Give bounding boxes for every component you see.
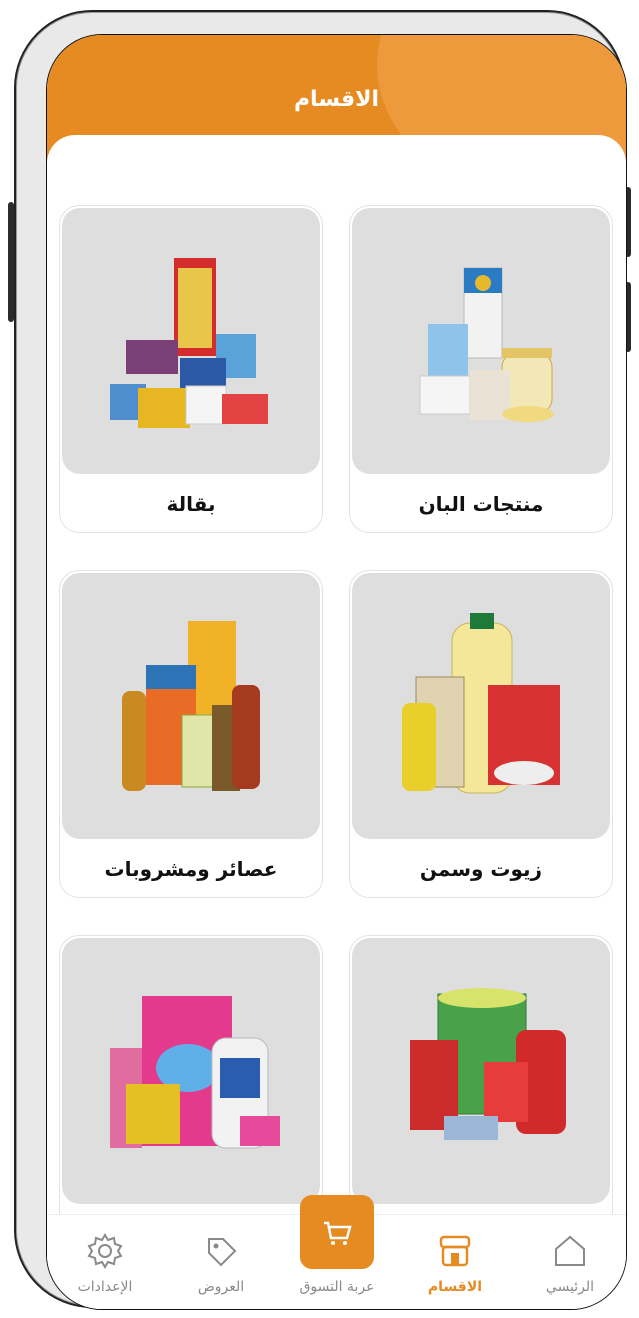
category-card-oils[interactable]: زيوت وسمن	[349, 570, 613, 898]
volume-button	[8, 202, 14, 322]
nav-settings[interactable]: الإعدادات	[55, 1231, 155, 1295]
juices-image	[62, 573, 320, 839]
category-label: زيوت وسمن	[419, 857, 543, 881]
screen: الاقسام منتجات البان بقالة زيوت وسمن عصا…	[46, 34, 627, 1310]
nav-home[interactable]: الرئيسي	[520, 1231, 620, 1295]
bottom-navigation: الرئيسي الاقسام عربة التسوق العروض الإعد…	[47, 1195, 626, 1309]
dairy-products-image	[352, 208, 610, 474]
nav-home-label: الرئيسي	[545, 1279, 595, 1295]
phone-frame: الاقسام منتجات البان بقالة زيوت وسمن عصا…	[8, 10, 631, 1310]
oils-image	[352, 573, 610, 839]
category-label: بقالة	[166, 492, 216, 516]
categories-grid: منتجات البان بقالة زيوت وسمن عصائر ومشرو…	[47, 135, 626, 1309]
category-label: منتجات البان	[418, 492, 544, 516]
tag-icon	[208, 1238, 237, 1267]
cart-button[interactable]	[300, 1195, 374, 1269]
detergents-image	[62, 938, 320, 1204]
nav-offers[interactable]: العروض	[171, 1231, 271, 1295]
category-label: عصائر ومشروبات	[104, 857, 278, 881]
nav-settings-label: الإعدادات	[77, 1279, 133, 1295]
nav-cart-label: عربة التسوق	[299, 1279, 375, 1295]
nav-categories-label: الاقسام	[427, 1279, 483, 1295]
category-card-juices[interactable]: عصائر ومشروبات	[59, 570, 323, 898]
store-icon	[439, 1235, 471, 1267]
grocery-image	[62, 208, 320, 474]
category-card-grocery[interactable]: بقالة	[59, 205, 323, 533]
canned-goods-image	[352, 938, 610, 1204]
nav-offers-label: العروض	[197, 1279, 245, 1295]
gear-icon	[87, 1233, 123, 1269]
home-icon	[555, 1235, 585, 1266]
page-title: الاقسام	[293, 87, 380, 112]
cart-icon	[324, 1221, 352, 1245]
nav-categories[interactable]: الاقسام	[405, 1231, 505, 1295]
category-card-dairy[interactable]: منتجات البان	[349, 205, 613, 533]
